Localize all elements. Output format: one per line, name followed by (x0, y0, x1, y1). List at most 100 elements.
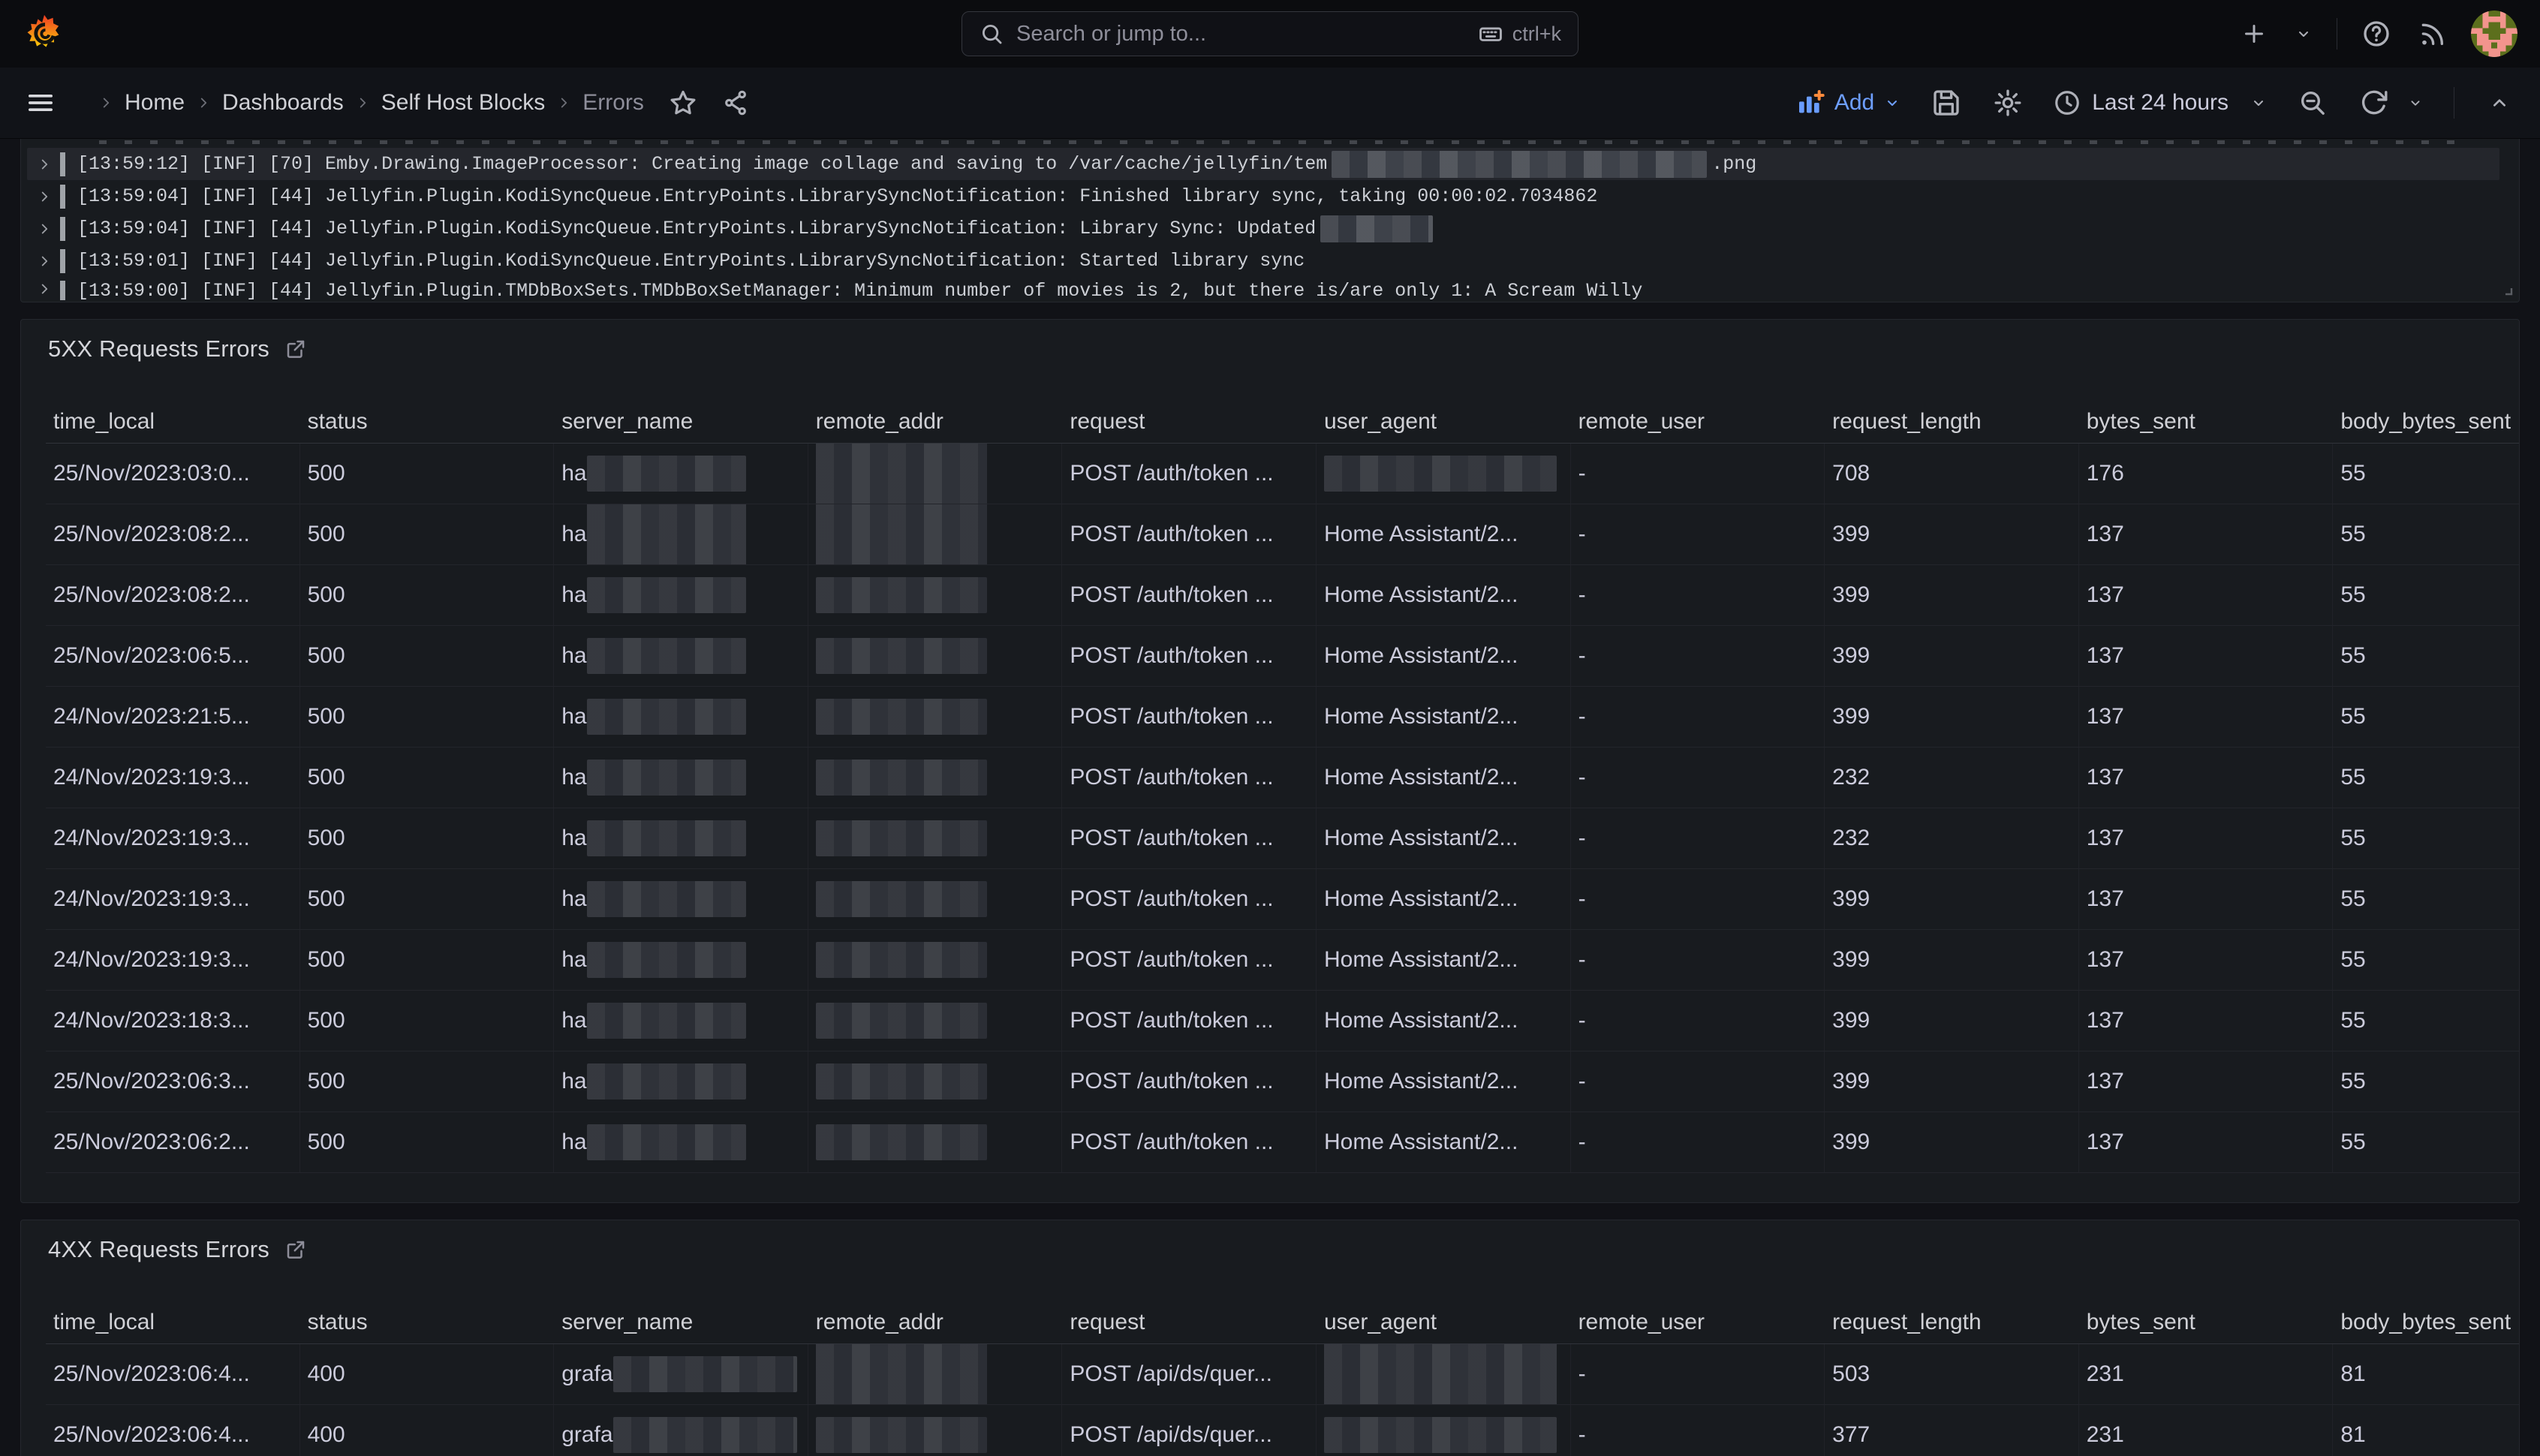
zoom-out-time-button[interactable] (2296, 86, 2329, 119)
table-cell: 137 (2079, 930, 2334, 990)
table-row[interactable]: 25/Nov/2023:08:2... 500 ha POST /auth/to… (46, 504, 2519, 565)
log-row[interactable]: [13:59:00] [INF] [44] Jellyfin.Plugin.TM… (27, 277, 2499, 300)
news-button[interactable] (2415, 17, 2448, 50)
user-avatar[interactable] (2471, 11, 2517, 57)
new-button[interactable] (2238, 17, 2271, 50)
redacted-blur (587, 638, 746, 674)
panel-resize-handle[interactable] (2501, 284, 2513, 296)
breadcrumb-link[interactable]: Errors (582, 90, 644, 116)
column-header[interactable]: request_length (1825, 409, 2079, 435)
dashboard-settings-button[interactable] (1991, 86, 2024, 119)
log-row[interactable]: [13:59:12] [INF] [70] Emby.Drawing.Image… (27, 148, 2499, 180)
new-menu-toggle[interactable] (2293, 17, 2314, 50)
cell-text: POST /auth/token ... (1070, 826, 1273, 851)
refresh-interval-toggle[interactable] (2406, 86, 2425, 119)
column-header[interactable]: bytes_sent (2079, 409, 2334, 435)
column-header[interactable]: remote_addr (808, 409, 1063, 435)
breadcrumb-item: Errors (545, 90, 644, 116)
cell-text: 399 (1832, 947, 1870, 973)
column-header[interactable]: bytes_sent (2079, 1310, 2334, 1335)
redacted-blur (587, 942, 746, 978)
add-panel-button[interactable]: Add (1795, 88, 1901, 118)
table-cell: - (1571, 1344, 1825, 1404)
table-cell: 25/Nov/2023:08:2... (46, 565, 300, 625)
panel-header[interactable]: 4XX Requests Errors (21, 1220, 2519, 1267)
table-row[interactable]: 25/Nov/2023:06:4... 400 grafa POST /api/… (46, 1344, 2519, 1405)
table-row[interactable]: 24/Nov/2023:18:3... 500 ha POST /auth/to… (46, 991, 2519, 1051)
table-row[interactable]: 24/Nov/2023:19:3... 500 ha POST /auth/to… (46, 748, 2519, 808)
table-row[interactable]: 25/Nov/2023:06:4... 400 grafa POST /api/… (46, 1405, 2519, 1456)
column-header[interactable]: request_length (1825, 1310, 2079, 1335)
column-header[interactable]: remote_user (1571, 1310, 1825, 1335)
cell-text: 55 (2340, 582, 2365, 608)
table-cell: POST /auth/token ... (1062, 930, 1317, 990)
table-row[interactable]: 24/Nov/2023:19:3... 500 ha POST /auth/to… (46, 930, 2519, 991)
column-header[interactable]: user_agent (1317, 1310, 1571, 1335)
favorite-button[interactable] (667, 86, 700, 119)
log-level-bar (60, 185, 65, 209)
cell-text: 399 (1832, 704, 1870, 730)
column-header[interactable]: remote_addr (808, 1310, 1063, 1335)
table-cell: ha (554, 626, 808, 686)
breadcrumb-link[interactable]: Self Host Blocks (381, 90, 545, 116)
column-header[interactable]: server_name (554, 1310, 808, 1335)
table-cell: 377 (1825, 1405, 2079, 1456)
table-row[interactable]: 24/Nov/2023:19:3... 500 ha POST /auth/to… (46, 869, 2519, 930)
breadcrumb-link[interactable]: Home (125, 90, 185, 116)
log-message: [13:59:00] [INF] [44] Jellyfin.Plugin.TM… (77, 277, 1651, 300)
breadcrumb-link[interactable]: Dashboards (222, 90, 344, 116)
log-row[interactable]: [13:59:04] [INF] [44] Jellyfin.Plugin.Ko… (27, 212, 2499, 245)
panel-header[interactable]: 5XX Requests Errors (21, 320, 2519, 366)
breadcrumb-separator-icon (354, 95, 371, 111)
search-input[interactable]: Search or jump to... ctrl+k (962, 11, 1578, 56)
redacted-blur (816, 504, 987, 564)
settings-gear-icon (1993, 88, 2023, 118)
table-cell: POST /auth/token ... (1062, 626, 1317, 686)
table-row[interactable]: 24/Nov/2023:21:5... 500 ha POST /auth/to… (46, 687, 2519, 748)
column-header[interactable]: status (300, 409, 555, 435)
external-link-icon[interactable] (284, 338, 307, 360)
table-cell (808, 869, 1063, 929)
column-header[interactable]: time_local (46, 1310, 300, 1335)
table-row[interactable]: 25/Nov/2023:06:2... 500 ha POST /auth/to… (46, 1112, 2519, 1173)
column-header[interactable]: user_agent (1317, 409, 1571, 435)
table-row[interactable]: 25/Nov/2023:06:5... 500 ha POST /auth/to… (46, 626, 2519, 687)
column-header[interactable]: request (1062, 409, 1317, 435)
rss-icon (2417, 19, 2447, 49)
external-link-icon[interactable] (284, 1238, 307, 1261)
collapse-toolbar-button[interactable] (2483, 86, 2516, 119)
keyboard-icon (1478, 21, 1503, 47)
table-cell: ha (554, 444, 808, 504)
table-row[interactable]: 25/Nov/2023:08:2... 500 ha POST /auth/to… (46, 565, 2519, 626)
table-row[interactable]: 25/Nov/2023:06:3... 500 ha POST /auth/to… (46, 1051, 2519, 1112)
table-row[interactable]: 24/Nov/2023:19:3... 500 ha POST /auth/to… (46, 808, 2519, 869)
log-row[interactable]: [13:59:04] [INF] [44] Jellyfin.Plugin.Ko… (27, 180, 2499, 212)
mega-menu-toggle[interactable] (24, 86, 57, 119)
table-cell: 137 (2079, 504, 2334, 564)
redacted-blur (613, 1417, 797, 1453)
table-row[interactable]: 25/Nov/2023:03:0... 500 ha POST /auth/to… (46, 444, 2519, 504)
cell-text-prefix: ha (561, 1008, 586, 1033)
cell-text: 24/Nov/2023:18:3... (53, 1008, 250, 1033)
grafana-logo[interactable] (23, 12, 66, 56)
cell-text: 55 (2340, 1069, 2365, 1094)
expand-log-caret-icon (36, 281, 53, 297)
log-row[interactable]: [13:59:01] [INF] [44] Jellyfin.Plugin.Ko… (27, 245, 2499, 277)
column-header[interactable]: time_local (46, 409, 300, 435)
column-header[interactable]: server_name (554, 409, 808, 435)
table-header-row: time_local status server_name remote_add… (46, 400, 2519, 444)
help-button[interactable] (2360, 17, 2393, 50)
table-cell: 500 (300, 808, 555, 868)
cell-text: POST /auth/token ... (1070, 582, 1273, 608)
time-range-picker[interactable]: Last 24 hours (2053, 89, 2268, 117)
column-header[interactable]: body_bytes_sent (2333, 1310, 2520, 1335)
column-header[interactable]: request (1062, 1310, 1317, 1335)
share-button[interactable] (719, 86, 752, 119)
cell-text: 399 (1832, 886, 1870, 912)
refresh-button[interactable] (2358, 86, 2391, 119)
column-header[interactable]: status (300, 1310, 555, 1335)
table-cell: 81 (2333, 1344, 2520, 1404)
column-header[interactable]: body_bytes_sent (2333, 409, 2520, 435)
save-dashboard-button[interactable] (1930, 86, 1963, 119)
column-header[interactable]: remote_user (1571, 409, 1825, 435)
